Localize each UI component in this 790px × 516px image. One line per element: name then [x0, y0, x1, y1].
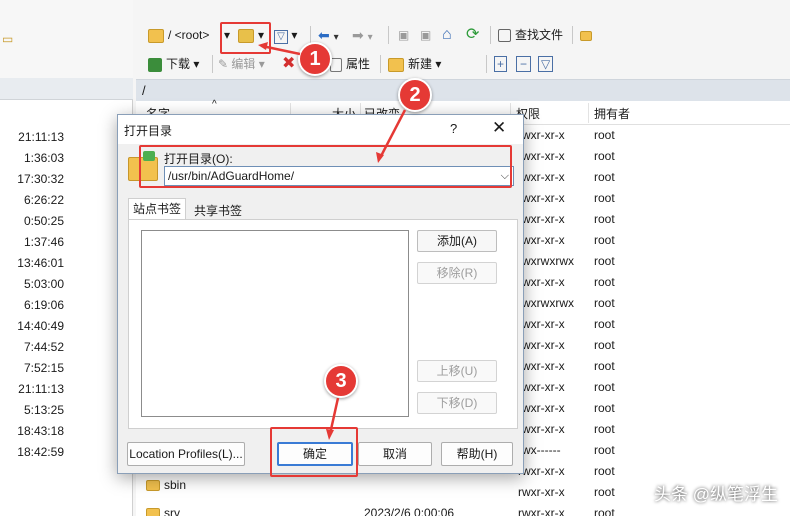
annotation-arrows: [258, 42, 407, 440]
app-window: ▭ 21:11:13 1:36:03 17:30:32 6:26:22 0:50:25 1…: [0, 0, 790, 516]
watermark: 头条 @纵笔浮生: [654, 485, 778, 504]
